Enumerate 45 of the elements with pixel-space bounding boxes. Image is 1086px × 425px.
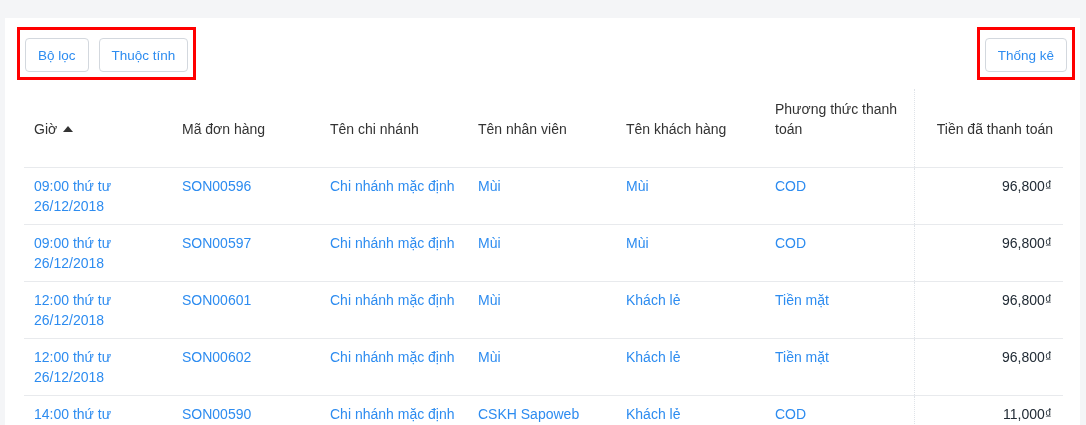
table-link[interactable]: COD — [775, 176, 807, 196]
table-link[interactable]: Mùi — [478, 347, 501, 367]
table-link[interactable]: Khách lẻ — [626, 404, 681, 424]
table-link[interactable]: COD — [775, 233, 807, 253]
table-link[interactable]: SON00590 — [182, 404, 252, 424]
table-link[interactable]: CSKH Sapoweb — [478, 404, 580, 424]
column-header[interactable]: Phương thức thanh toán — [775, 99, 904, 139]
table-link[interactable]: Khách lẻ — [626, 347, 681, 367]
amount-cell: 96,800₫ — [1002, 292, 1052, 308]
table-link[interactable]: Mùi — [478, 176, 501, 196]
date-time-link[interactable]: 12:00 thứ tư 26/12/2018 — [34, 290, 112, 330]
table-link[interactable]: SON00597 — [182, 233, 252, 253]
toolbar-button[interactable]: Thuộc tính — [98, 38, 189, 72]
table-link[interactable]: Khách lẻ — [626, 290, 681, 310]
toolbar-button[interactable]: Bộ lọc — [25, 38, 89, 72]
column-header[interactable]: Tiền đã thanh toán — [924, 119, 1053, 139]
table-link[interactable]: COD — [775, 404, 807, 424]
table-link[interactable]: SON00596 — [182, 176, 252, 196]
table-link[interactable]: Chi nhánh mặc định — [330, 404, 455, 424]
column-header[interactable]: Tên khách hàng — [626, 119, 755, 139]
table-link[interactable]: Chi nhánh mặc định — [330, 347, 455, 367]
column-header[interactable]: Tên nhân viên — [478, 119, 606, 139]
column-header[interactable]: Mã đơn hàng — [182, 119, 310, 139]
date-time-link[interactable]: 14:00 thứ tư — [34, 404, 112, 424]
column-header[interactable]: Tên chi nhánh — [330, 119, 458, 139]
table-link[interactable]: Chi nhánh mặc định — [330, 176, 455, 196]
amount-cell: 11,000₫ — [1003, 406, 1052, 422]
toolbar-button[interactable]: Thống kê — [984, 38, 1067, 72]
table-link[interactable]: Mùi — [626, 176, 649, 196]
date-time-link[interactable]: 12:00 thứ tư 26/12/2018 — [34, 347, 112, 387]
table-link[interactable]: Chi nhánh mặc định — [330, 233, 455, 253]
table-link[interactable]: Chi nhánh mặc định — [330, 290, 455, 310]
date-time-link[interactable]: 09:00 thứ tư 26/12/2018 — [34, 176, 112, 216]
amount-cell: 96,800₫ — [1002, 349, 1052, 365]
table-link[interactable]: Tiền mặt — [775, 347, 829, 367]
amount-cell: 96,800₫ — [1002, 178, 1052, 194]
amount-cell: 96,800₫ — [1002, 235, 1052, 251]
table-link[interactable]: Mùi — [478, 233, 501, 253]
table-link[interactable]: SON00602 — [182, 347, 252, 367]
table-link[interactable]: Mùi — [626, 233, 649, 253]
date-time-link[interactable]: 09:00 thứ tư 26/12/2018 — [34, 233, 112, 273]
table-link[interactable]: Mùi — [478, 290, 501, 310]
column-header[interactable]: Giờ — [34, 119, 58, 139]
table-link[interactable]: SON00601 — [182, 290, 252, 310]
table-link[interactable]: Tiền mặt — [775, 290, 829, 310]
